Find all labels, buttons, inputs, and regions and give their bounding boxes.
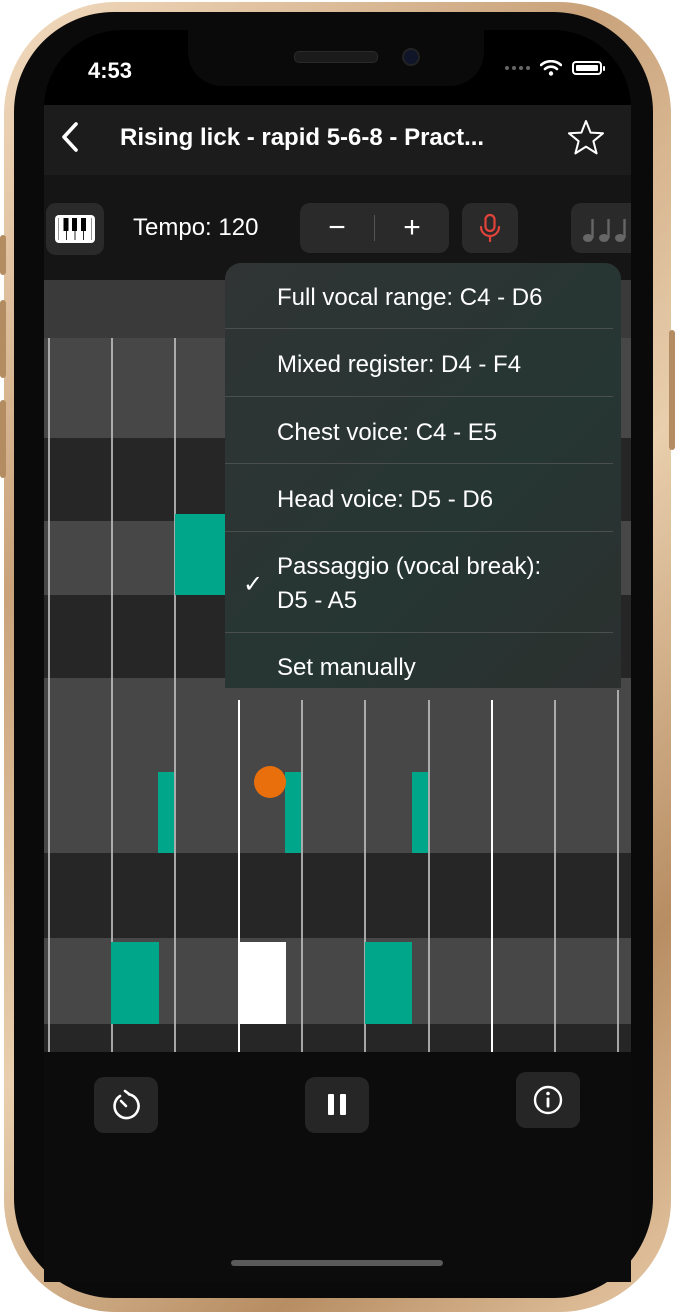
status-time: 4:53 [88, 58, 133, 83]
power-button [669, 330, 675, 450]
tempo-stepper: − + [300, 203, 449, 253]
menu-item-chest-voice[interactable]: Chest voice: C4 - E5 [225, 397, 621, 464]
pitch-lane [44, 853, 631, 938]
pause-icon [328, 1094, 346, 1115]
favorite-star-icon[interactable] [566, 118, 606, 158]
tempo-decrease-button[interactable]: − [300, 203, 374, 253]
menu-item-label: Chest voice: C4 - E5 [277, 419, 498, 446]
menu-item-mixed-register[interactable]: Mixed register: D4 - F4 [225, 329, 621, 397]
info-button[interactable] [516, 1072, 580, 1128]
beat-line [174, 338, 176, 1052]
mute-switch [0, 235, 6, 275]
wifi-icon [540, 60, 562, 76]
timer-icon [113, 1089, 140, 1120]
menu-item-set-manually[interactable]: Set manually [225, 633, 621, 688]
home-indicator[interactable] [231, 1260, 443, 1266]
piano-button[interactable] [46, 203, 104, 255]
speaker [294, 51, 378, 63]
info-icon [533, 1085, 563, 1115]
menu-item-label: Mixed register: D4 - F4 [277, 351, 522, 378]
beat-line [48, 338, 50, 1052]
microphone-icon [479, 213, 501, 243]
menu-item-label: Full vocal range: C4 - D6 [277, 284, 543, 311]
vocal-range-menu: Full vocal range: C4 - D6 Mixed register… [225, 263, 621, 688]
menu-item-label: Set manually [277, 654, 416, 681]
status-icons [505, 60, 605, 76]
menu-item-full-vocal-range[interactable]: Full vocal range: C4 - D6 [225, 263, 621, 329]
volume-up-button [0, 300, 6, 378]
menu-item-label-line2: D5 - A5 [277, 587, 358, 614]
tempo-increase-button[interactable]: + [375, 203, 449, 253]
note-block [365, 942, 412, 1024]
beat-line [301, 700, 303, 1052]
pitch-indicator-dot [254, 766, 286, 798]
menu-item-head-voice[interactable]: Head voice: D5 - D6 [225, 464, 621, 532]
notes-button[interactable] [571, 203, 631, 253]
pitch-lane [44, 678, 631, 853]
pitch-lane [44, 1024, 631, 1052]
microphone-button[interactable] [462, 203, 518, 253]
menu-item-passaggio[interactable]: ✓ Passaggio (vocal break): D5 - A5 [225, 532, 621, 633]
note-block [111, 942, 159, 1024]
beat-line [617, 690, 619, 1052]
pause-button[interactable] [305, 1077, 369, 1133]
tempo-label: Tempo: 120 [133, 214, 259, 241]
beat-line [428, 700, 430, 1052]
checkmark-icon: ✓ [243, 571, 264, 598]
timer-button[interactable] [94, 1077, 158, 1133]
beat-line [554, 700, 556, 1052]
volume-down-button [0, 400, 6, 478]
signal-icon [505, 66, 530, 70]
piano-icon [55, 215, 95, 243]
note-block [158, 772, 174, 853]
note-block [285, 772, 301, 853]
back-chevron-icon[interactable] [56, 120, 90, 154]
front-camera [402, 48, 420, 66]
note-block [175, 514, 227, 595]
page-title: Rising lick - rapid 5-6-8 - Pract... [120, 124, 485, 151]
menu-item-label: Head voice: D5 - D6 [277, 486, 494, 513]
battery-icon [572, 61, 605, 75]
current-note-block [238, 942, 286, 1024]
note-block [412, 772, 428, 853]
bar-line [491, 700, 493, 1052]
music-notes-icon [583, 219, 626, 242]
menu-item-label: Passaggio (vocal break): [277, 553, 542, 580]
